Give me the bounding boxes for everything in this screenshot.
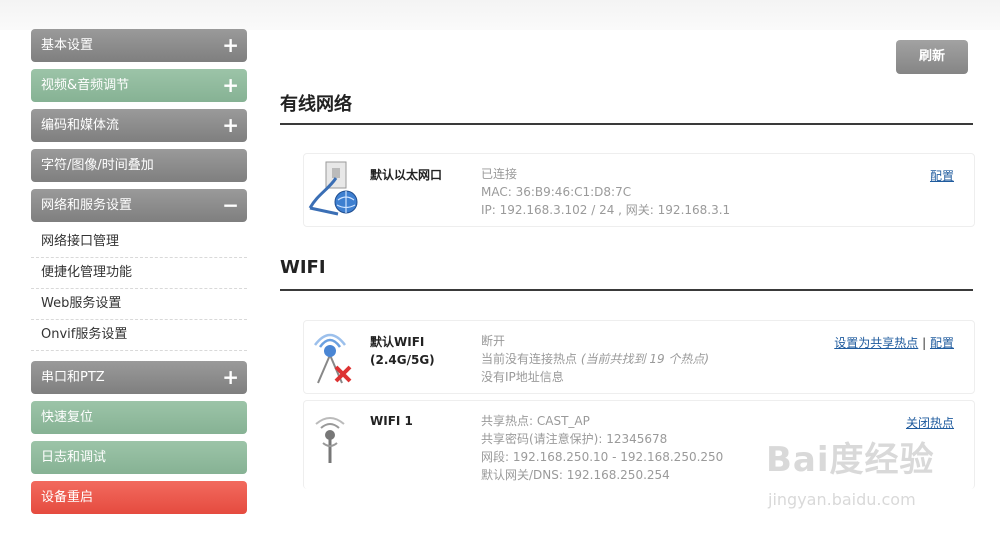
network-submenu: 网络接口管理 便捷化管理功能 Web服务设置 Onvif服务设置 bbox=[31, 227, 247, 351]
watermark-brand: Bai度经验 bbox=[766, 440, 935, 480]
sidebar-item-label: 设备重启 bbox=[41, 490, 94, 505]
sidebar-item-basic-settings[interactable]: 基本设置 + bbox=[31, 29, 247, 62]
wifi-default-info: 断开 当前没有连接热点 (当前共找到 19 个热点) 没有IP地址信息 bbox=[481, 332, 709, 386]
wifi1-gateway-dns: 默认网关/DNS: 192.168.250.254 bbox=[481, 468, 670, 482]
wifi-default-hotspot-text: 当前没有连接热点 bbox=[481, 352, 578, 366]
submenu-item-network-interface[interactable]: 网络接口管理 bbox=[31, 227, 247, 258]
ethernet-ip: IP: 192.168.3.102 / 24 , 网关: 192.168.3.1 bbox=[481, 203, 731, 217]
wifi-divider bbox=[280, 289, 973, 291]
refresh-button[interactable]: 刷新 bbox=[896, 40, 968, 74]
wired-divider bbox=[280, 123, 973, 125]
sidebar-item-log-debug[interactable]: 日志和调试 bbox=[31, 441, 247, 474]
wifi-default-actions: 设置为共享热点 | 配置 bbox=[834, 334, 954, 351]
sidebar-item-overlay[interactable]: 字符/图像/时间叠加 bbox=[31, 149, 247, 182]
wifi-default-card: 默认WIFI (2.4G/5G) 断开 当前没有连接热点 (当前共找到 19 个… bbox=[303, 320, 975, 394]
sidebar-item-encoding-stream[interactable]: 编码和媒体流 + bbox=[31, 109, 247, 142]
sidebar-item-quick-reset[interactable]: 快速复位 bbox=[31, 401, 247, 434]
ethernet-mac: MAC: 36:B9:46:C1:D8:7C bbox=[481, 185, 632, 199]
close-hotspot-link[interactable]: 关闭热点 bbox=[906, 416, 954, 430]
wifi-default-name-line1: 默认WIFI bbox=[370, 335, 425, 349]
expand-plus-icon: + bbox=[222, 365, 239, 389]
sidebar-item-label: 快速复位 bbox=[41, 410, 94, 425]
wifi-default-hotspot-found: (当前共找到 19 个热点) bbox=[580, 352, 710, 366]
sidebar-item-label: 基本设置 bbox=[41, 38, 94, 53]
wired-network-title: 有线网络 bbox=[280, 94, 352, 115]
wifi-default-status: 断开 bbox=[481, 334, 506, 348]
wifi-antenna-icon bbox=[310, 415, 354, 469]
ethernet-actions: 配置 bbox=[930, 167, 954, 184]
ethernet-config-link[interactable]: 配置 bbox=[930, 169, 954, 183]
set-shared-hotspot-link[interactable]: 设置为共享热点 bbox=[834, 336, 918, 350]
sidebar-item-video-audio[interactable]: 视频&音频调节 + bbox=[31, 69, 247, 102]
expand-plus-icon: + bbox=[222, 33, 239, 57]
expand-plus-icon: + bbox=[222, 113, 239, 137]
wifi-title: WIFI bbox=[280, 257, 326, 278]
ethernet-name: 默认以太网口 bbox=[370, 168, 443, 182]
sidebar-item-label: 网络和服务设置 bbox=[41, 198, 133, 213]
wifi1-segment: 网段: 192.168.250.10 - 192.168.250.250 bbox=[481, 450, 724, 464]
wifi-default-name: 默认WIFI (2.4G/5G) bbox=[370, 333, 435, 369]
collapse-minus-icon: − bbox=[222, 193, 239, 217]
sidebar-item-label: 视频&音频调节 bbox=[41, 78, 130, 93]
wifi1-password: 共享密码(请注意保护): 12345678 bbox=[481, 432, 668, 446]
sidebar-item-label: 日志和调试 bbox=[41, 450, 107, 465]
wifi1-hotspot: 共享热点: CAST_AP bbox=[481, 414, 590, 428]
top-bar bbox=[0, 0, 1000, 30]
sidebar-item-label: 编码和媒体流 bbox=[41, 118, 120, 133]
baidu-watermark: Bai度经验 jingyan.baidu.com bbox=[766, 432, 976, 522]
ethernet-status: 已连接 bbox=[481, 167, 518, 181]
sidebar-item-label: 字符/图像/时间叠加 bbox=[41, 158, 154, 173]
actions-separator: | bbox=[922, 336, 927, 350]
submenu-item-convenient-management[interactable]: 便捷化管理功能 bbox=[31, 258, 247, 289]
submenu-item-onvif-service[interactable]: Onvif服务设置 bbox=[31, 320, 247, 351]
sidebar-item-device-reboot[interactable]: 设备重启 bbox=[31, 481, 247, 514]
sidebar-item-serial-ptz[interactable]: 串口和PTZ + bbox=[31, 361, 247, 394]
wifi1-name: WIFI 1 bbox=[370, 414, 413, 428]
wifi-default-name-line2: (2.4G/5G) bbox=[370, 353, 435, 367]
wifi-default-ip: 没有IP地址信息 bbox=[481, 370, 564, 384]
sidebar-item-network-services[interactable]: 网络和服务设置 − bbox=[31, 189, 247, 222]
wifi-disconnected-icon bbox=[308, 327, 360, 389]
submenu-item-web-service[interactable]: Web服务设置 bbox=[31, 289, 247, 320]
wifi1-info: 共享热点: CAST_AP 共享密码(请注意保护): 12345678 网段: … bbox=[481, 412, 723, 484]
wifi-default-hotspot-line: 当前没有连接热点 (当前共找到 19 个热点) bbox=[481, 350, 709, 368]
ethernet-card: 默认以太网口 已连接 MAC: 36:B9:46:C1:D8:7C IP: 19… bbox=[303, 153, 975, 227]
wifi1-actions: 关闭热点 bbox=[906, 414, 954, 431]
expand-plus-icon: + bbox=[222, 73, 239, 97]
ethernet-globe-icon bbox=[308, 160, 360, 222]
wifi-default-config-link[interactable]: 配置 bbox=[930, 336, 954, 350]
sidebar-item-label: 串口和PTZ bbox=[41, 370, 105, 385]
watermark-url: jingyan.baidu.com bbox=[768, 490, 916, 509]
sidebar: 基本设置 + 视频&音频调节 + 编码和媒体流 + 字符/图像/时间叠加 网络和… bbox=[31, 29, 247, 521]
ethernet-info: 已连接 MAC: 36:B9:46:C1:D8:7C IP: 192.168.3… bbox=[481, 165, 730, 219]
